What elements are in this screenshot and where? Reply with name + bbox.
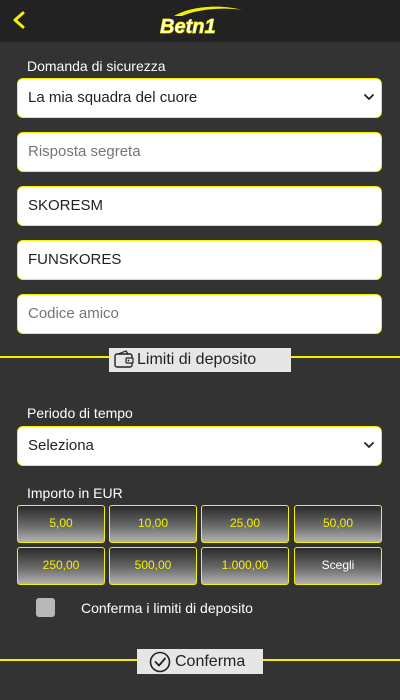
security-question-select[interactable]: La mia squadra del cuore (17, 78, 382, 118)
security-question-label: Domanda di sicurezza (27, 58, 166, 74)
amount-button-500[interactable]: 500,00 (109, 547, 197, 585)
wallet-icon (114, 350, 134, 368)
deposit-limits-section-title: Limiti di deposito (109, 348, 291, 372)
text-input-skoresm-value: SKORESM (28, 197, 104, 214)
friend-code-placeholder: Codice amico (28, 305, 119, 322)
amount-button-25[interactable]: 25,00 (201, 505, 289, 543)
deposit-limits-title-text: Limiti di deposito (137, 351, 257, 368)
text-input-funskores-value: FUNSKORES (28, 251, 122, 268)
time-period-value: Seleziona (28, 437, 94, 454)
security-question-value: La mia squadra del cuore (28, 89, 198, 106)
top-bar: Betn1 (0, 0, 400, 42)
amount-button-50[interactable]: 50,00 (294, 505, 382, 543)
confirm-limits-checkbox[interactable] (36, 598, 55, 617)
check-circle-icon (149, 651, 171, 672)
confirm-limits-label: Conferma i limiti di deposito (81, 600, 253, 616)
amount-button-250[interactable]: 250,00 (17, 547, 105, 585)
secret-answer-input[interactable]: Risposta segreta (17, 132, 382, 172)
confirm-button[interactable]: Conferma (137, 649, 263, 674)
friend-code-input[interactable]: Codice amico (17, 294, 382, 334)
amount-button-1000[interactable]: 1.000,00 (201, 547, 289, 585)
time-period-select[interactable]: Seleziona (17, 426, 382, 466)
text-input-funskores[interactable]: FUNSKORES (17, 240, 382, 280)
time-period-label: Periodo di tempo (27, 405, 133, 421)
text-input-skoresm[interactable]: SKORESM (17, 186, 382, 226)
chevron-down-icon (364, 94, 374, 100)
logo-text: Betn1 (160, 16, 216, 38)
betn1-logo: Betn1 (160, 6, 242, 38)
confirm-button-label: Conferma (175, 652, 246, 670)
amount-button-10[interactable]: 10,00 (109, 505, 197, 543)
amount-button-5[interactable]: 5,00 (17, 505, 105, 543)
amount-eur-label: Importo in EUR (27, 485, 123, 501)
amount-button-choose[interactable]: Scegli (294, 547, 382, 585)
secret-answer-placeholder: Risposta segreta (28, 143, 141, 160)
back-chevron-icon[interactable] (10, 9, 28, 31)
chevron-down-icon (364, 442, 374, 448)
